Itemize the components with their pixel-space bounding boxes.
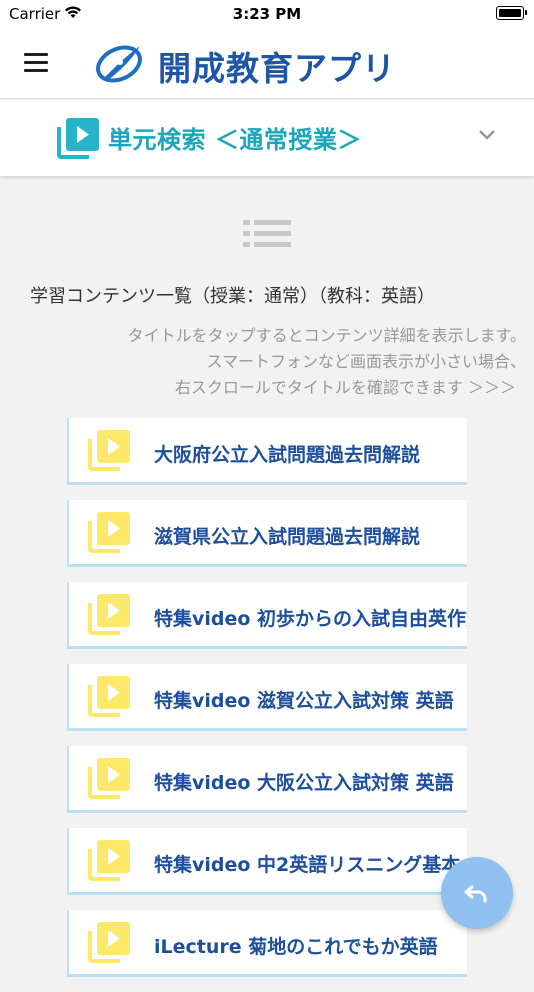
- content-list-item[interactable]: 滋賀県公立入試問題過去問解説: [67, 500, 467, 567]
- status-bar: Carrier 3:23 PM: [0, 0, 534, 28]
- video-icon: [88, 840, 130, 881]
- undo-icon: [464, 885, 487, 903]
- content-title[interactable]: 特集video 中2英語リスニング基本: [154, 850, 460, 877]
- content-list-item[interactable]: 大阪府公立入試問題過去問解説: [67, 418, 467, 485]
- video-icon: [88, 676, 130, 717]
- hint-text: 右スクロールでタイトルを確認できます ＞＞＞: [174, 378, 516, 397]
- video-icon: [88, 594, 130, 635]
- list-icon: [243, 220, 291, 247]
- app-logo-icon: [96, 45, 142, 83]
- content-title[interactable]: 特集video 滋賀公立入試対策 英語: [154, 686, 454, 713]
- content-list-item[interactable]: 特集video 滋賀公立入試対策 英語: [67, 664, 467, 731]
- battery-icon: [496, 6, 527, 20]
- back-button[interactable]: [441, 857, 513, 929]
- chevron-down-icon[interactable]: [478, 129, 496, 141]
- content-title[interactable]: 特集video 大阪公立入試対策 英語: [154, 768, 454, 795]
- clock: 3:23 PM: [232, 5, 302, 23]
- content-title[interactable]: 滋賀県公立入試問題過去問解説: [154, 522, 420, 549]
- video-icon: [88, 758, 130, 799]
- content-list-heading: 学習コンテンツ一覧（授業：通常）（教科：英語）: [30, 286, 435, 307]
- content-title[interactable]: 特集video 初歩からの入試自由英作文: [154, 604, 467, 631]
- content-title[interactable]: 大阪府公立入試問題過去問解説: [154, 440, 420, 467]
- header-bar: 開成教育アプリ: [0, 28, 534, 99]
- content-list: 大阪府公立入試問題過去問解説 滋賀県公立入試問題過去問解説 特集video 初歩…: [67, 418, 467, 992]
- unit-search-title: 単元検索 ＜通常授業＞: [108, 126, 362, 154]
- content-list-item[interactable]: 特集video 大阪公立入試対策 英語: [67, 746, 467, 813]
- content-title[interactable]: iLecture 菊地のこれでもか英語: [154, 932, 438, 959]
- hint-text: タイトルをタップするとコンテンツ詳細を表示します。: [127, 326, 526, 345]
- unit-search-dropdown[interactable]: 単元検索 ＜通常授業＞: [0, 100, 534, 176]
- hint-text: スマートフォンなど画面表示が小さい場合、: [206, 352, 526, 371]
- video-icon: [88, 922, 130, 963]
- content-list-item[interactable]: iLecture 菊地のこれでもか英語: [67, 910, 467, 977]
- content-list-item[interactable]: 特集video 初歩からの入試自由英作文: [67, 582, 467, 649]
- video-library-icon: [57, 118, 99, 159]
- content-list-item[interactable]: 特集video 中2英語リスニング基本: [67, 828, 467, 895]
- menu-icon[interactable]: [24, 53, 48, 73]
- video-icon: [88, 512, 130, 553]
- video-icon: [88, 430, 130, 471]
- app-title: 開成教育アプリ: [158, 49, 396, 88]
